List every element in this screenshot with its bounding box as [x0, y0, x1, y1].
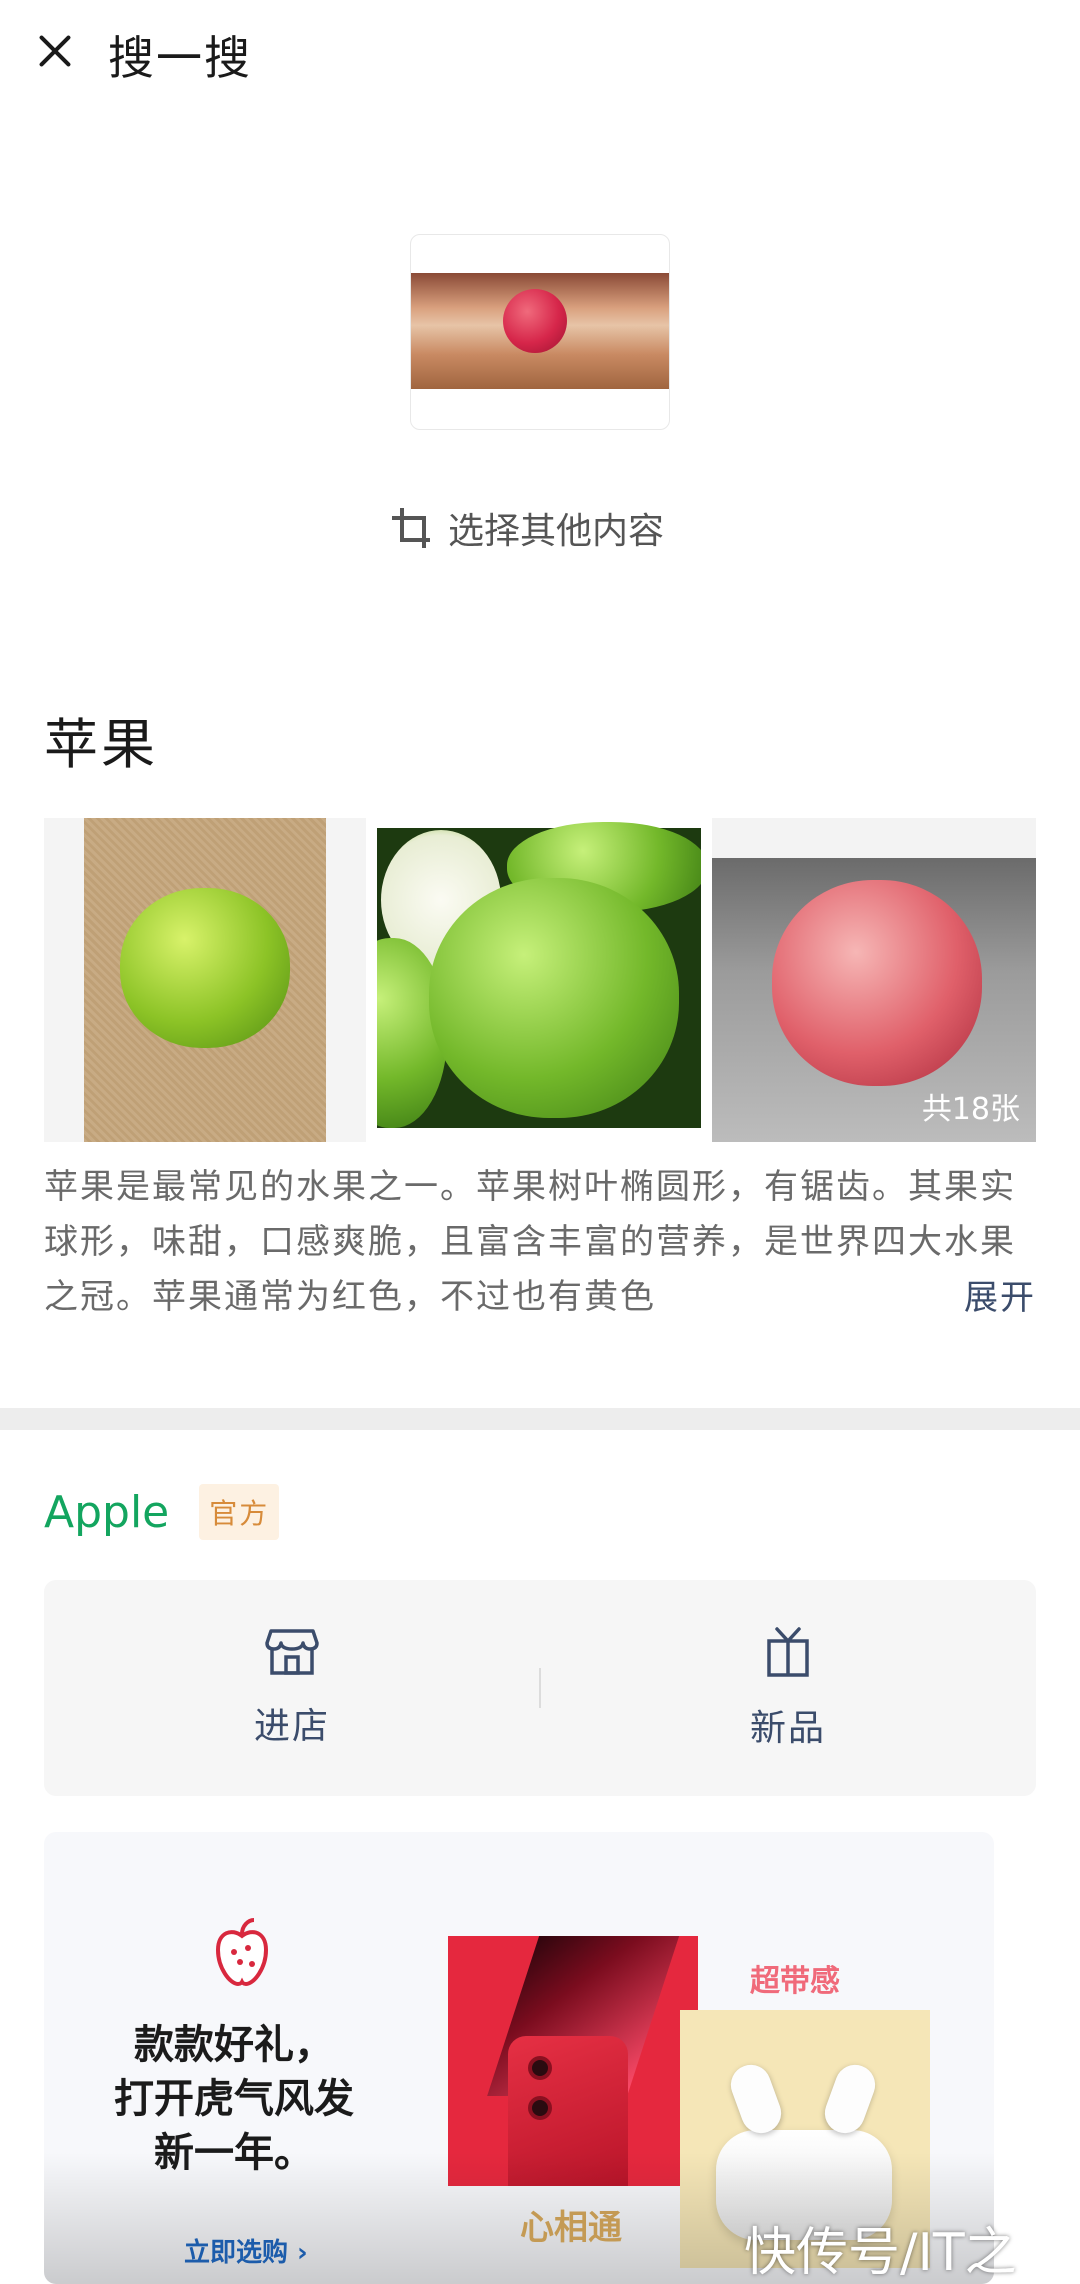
iphone-image: [448, 1936, 698, 2186]
store-icon: [265, 1629, 319, 1675]
enter-store-button[interactable]: 进店: [44, 1580, 540, 1796]
gallery-image-green-apples-closeup[interactable]: [377, 818, 701, 1142]
brand-name[interactable]: Apple: [44, 1487, 169, 1538]
official-badge: 官方: [199, 1484, 280, 1540]
crop-icon: [392, 508, 430, 548]
new-products-label: 新品: [749, 1708, 826, 1749]
expand-link[interactable]: 展开: [914, 1270, 1036, 1319]
query-apple-image: [503, 289, 567, 353]
shop-now-link[interactable]: 立即选购 ›: [184, 2232, 308, 2269]
page-title: 搜一搜: [108, 31, 252, 85]
gallery-count: 共18张: [921, 1092, 1020, 1127]
iphone-caption: 心相通: [520, 2208, 622, 2248]
new-products-button[interactable]: 新品: [540, 1580, 1036, 1796]
image-gallery: 共18张: [44, 818, 1036, 1142]
select-other-label: 选择其他内容: [448, 511, 665, 552]
gallery-image-green-apple[interactable]: [44, 818, 366, 1142]
query-photo: [411, 273, 669, 389]
section-divider: [0, 1408, 1080, 1430]
banner-headline-line-1: 款款好礼，: [134, 2022, 334, 2068]
query-image-thumbnail[interactable]: [410, 234, 670, 430]
watermark: 快传号/IT之: [744, 2223, 1017, 2283]
brand-header[interactable]: Apple 官方: [44, 1484, 280, 1540]
brand-actions: 进店 新品: [44, 1580, 1036, 1796]
entity-description: 苹果是最常见的水果之一。苹果树叶椭圆形，有锯齿。其果实球形，味甜，口感爽脆，且富…: [44, 1167, 1016, 1317]
apple-logo-icon: [215, 1918, 269, 1987]
airpods-caption: 超带感: [750, 1964, 840, 1999]
select-other-content-button[interactable]: 选择其他内容: [392, 500, 664, 556]
close-icon[interactable]: [30, 26, 80, 76]
banner-headline-line-2: 打开虎气风发: [114, 2076, 354, 2122]
enter-store-label: 进店: [253, 1706, 330, 1747]
gift-icon: [767, 1627, 809, 1677]
entity-title: 苹果: [44, 713, 158, 776]
gallery-image-red-apple[interactable]: 共18张: [712, 818, 1036, 1142]
top-bar: 搜一搜: [0, 0, 1080, 110]
